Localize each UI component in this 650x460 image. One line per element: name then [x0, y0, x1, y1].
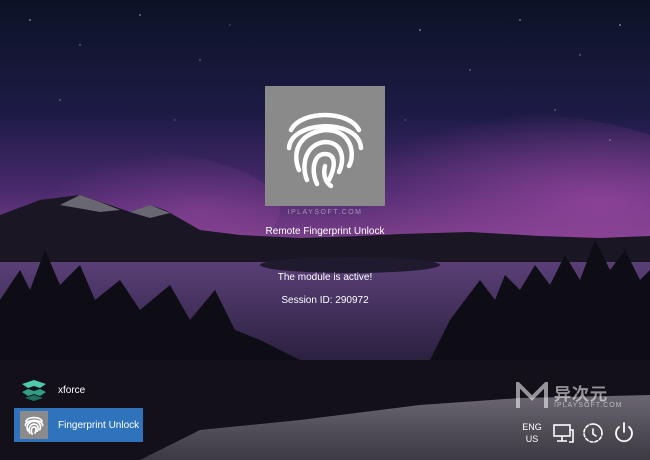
fingerprint-icon — [286, 112, 364, 189]
user-item-xforce[interactable]: xforce — [14, 373, 143, 407]
session-info: Session ID: 290972 — [0, 295, 650, 306]
session-label: Session ID: — [281, 295, 333, 306]
network-icon[interactable] — [551, 421, 575, 445]
power-icon[interactable] — [612, 421, 636, 445]
language-bottom: US — [525, 434, 539, 444]
user-name: Fingerprint Unlock — [58, 419, 140, 431]
ease-of-access-icon[interactable] — [581, 421, 605, 445]
watermark-text: IPLAYSOFT.COM — [287, 209, 363, 216]
session-id: 290972 — [335, 295, 369, 306]
brand-domain: IPLAYSOFT.COM — [554, 402, 623, 409]
fingerprint-icon — [20, 411, 48, 439]
user-item-fingerprint-unlock[interactable]: Fingerprint Unlock — [14, 408, 143, 442]
brand-watermark: 异次元 IPLAYSOFT.COM — [516, 380, 636, 414]
brand-logo-icon — [516, 382, 548, 408]
user-name: xforce — [58, 384, 86, 396]
language-indicator[interactable]: ENG US — [518, 421, 546, 445]
lock-title: Remote Fingerprint Unlock — [265, 226, 385, 237]
fingerprint-tile — [265, 86, 385, 206]
status-message: The module is active! — [277, 272, 373, 283]
language-top: ENG — [522, 422, 542, 432]
xforce-logo-icon — [20, 376, 48, 404]
